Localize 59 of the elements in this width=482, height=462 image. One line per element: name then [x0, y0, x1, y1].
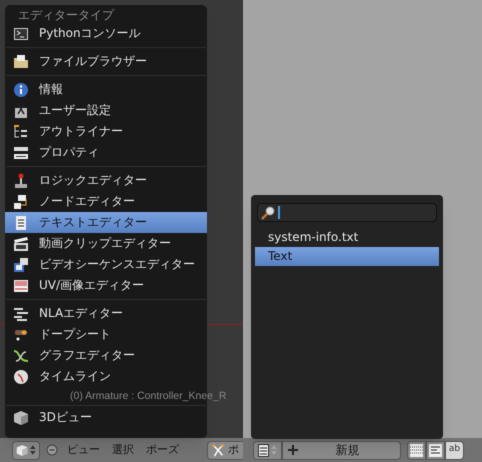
header-menu[interactable]: ビュー: [64, 442, 103, 458]
text-block-item[interactable]: system-info.txt: [255, 228, 439, 247]
text-block-button[interactable]: [253, 440, 282, 460]
folder-icon: [13, 54, 29, 70]
new-text-button[interactable]: 新規: [282, 440, 401, 460]
plus-icon: [287, 444, 299, 456]
image-icon: [13, 278, 29, 294]
menu-item[interactable]: NLAエディター: [5, 303, 207, 324]
menu-item[interactable]: ビデオシーケンスエディター: [5, 254, 207, 275]
grid-lines-icon: [410, 444, 423, 456]
menu-item[interactable]: Pythonコンソール: [5, 23, 207, 44]
updown-arrows-icon: [271, 444, 277, 456]
menu-item[interactable]: ファイルブラウザー: [5, 51, 207, 72]
document-icon: [258, 444, 269, 456]
search-icon: [261, 206, 275, 220]
menu-item[interactable]: グラフエディター: [5, 345, 207, 366]
minus-circle-icon[interactable]: [46, 444, 58, 456]
joystick-icon: [13, 172, 29, 188]
menu-item[interactable]: ロジックエディター: [5, 170, 207, 191]
search-field[interactable]: [257, 203, 437, 222]
cube-icon: [16, 444, 28, 456]
menu-item[interactable]: テキストエディター: [5, 212, 207, 233]
menu-title: エディタータイプ: [17, 7, 116, 23]
document-icon: [13, 214, 29, 230]
menu-item[interactable]: ドープシート: [5, 324, 207, 345]
menu-item[interactable]: アウトライナー: [5, 121, 207, 142]
header-menu[interactable]: 選択: [109, 442, 137, 458]
updown-arrows-icon: [30, 444, 36, 456]
syntax-highlight-toggle[interactable]: ab: [445, 440, 464, 460]
mode-label: ポ: [228, 442, 239, 458]
strips-icon: [13, 306, 29, 322]
armature-icon: [211, 443, 225, 457]
outliner-icon: [13, 124, 29, 140]
menu-item[interactable]: 動画クリップエディター: [5, 233, 207, 254]
clock-icon: [13, 368, 29, 384]
menu-item[interactable]: ユーザー設定: [5, 100, 207, 121]
cube-icon: [13, 410, 29, 426]
menu-item[interactable]: UV/画像エディター: [5, 275, 207, 296]
clapper-icon: [13, 236, 29, 252]
text-lines-icon: [429, 444, 442, 456]
film-icon: [13, 256, 29, 272]
menu-item[interactable]: 3Dビュー: [5, 407, 207, 428]
menu-item[interactable]: 情報: [5, 79, 207, 100]
object-info-label: (0) Armature : Controller_Knee_R: [70, 390, 226, 403]
header-menu[interactable]: ポーズ: [143, 442, 182, 458]
line-numbers-toggle[interactable]: [407, 440, 426, 460]
text-block-item[interactable]: Text: [255, 247, 439, 266]
editor-type-button[interactable]: [12, 440, 40, 460]
node-icon: [13, 194, 29, 210]
curve-icon: [13, 348, 29, 364]
preferences-icon: [13, 102, 29, 118]
menu-item[interactable]: ノードエディター: [5, 191, 207, 212]
menu-item[interactable]: プロパティ: [5, 142, 207, 163]
menu-item[interactable]: タイムライン: [5, 366, 207, 387]
info-icon: [13, 82, 29, 98]
mode-button[interactable]: ポ: [207, 440, 243, 460]
word-wrap-toggle[interactable]: [426, 440, 445, 460]
console-icon: [13, 26, 29, 42]
properties-icon: [13, 144, 29, 160]
